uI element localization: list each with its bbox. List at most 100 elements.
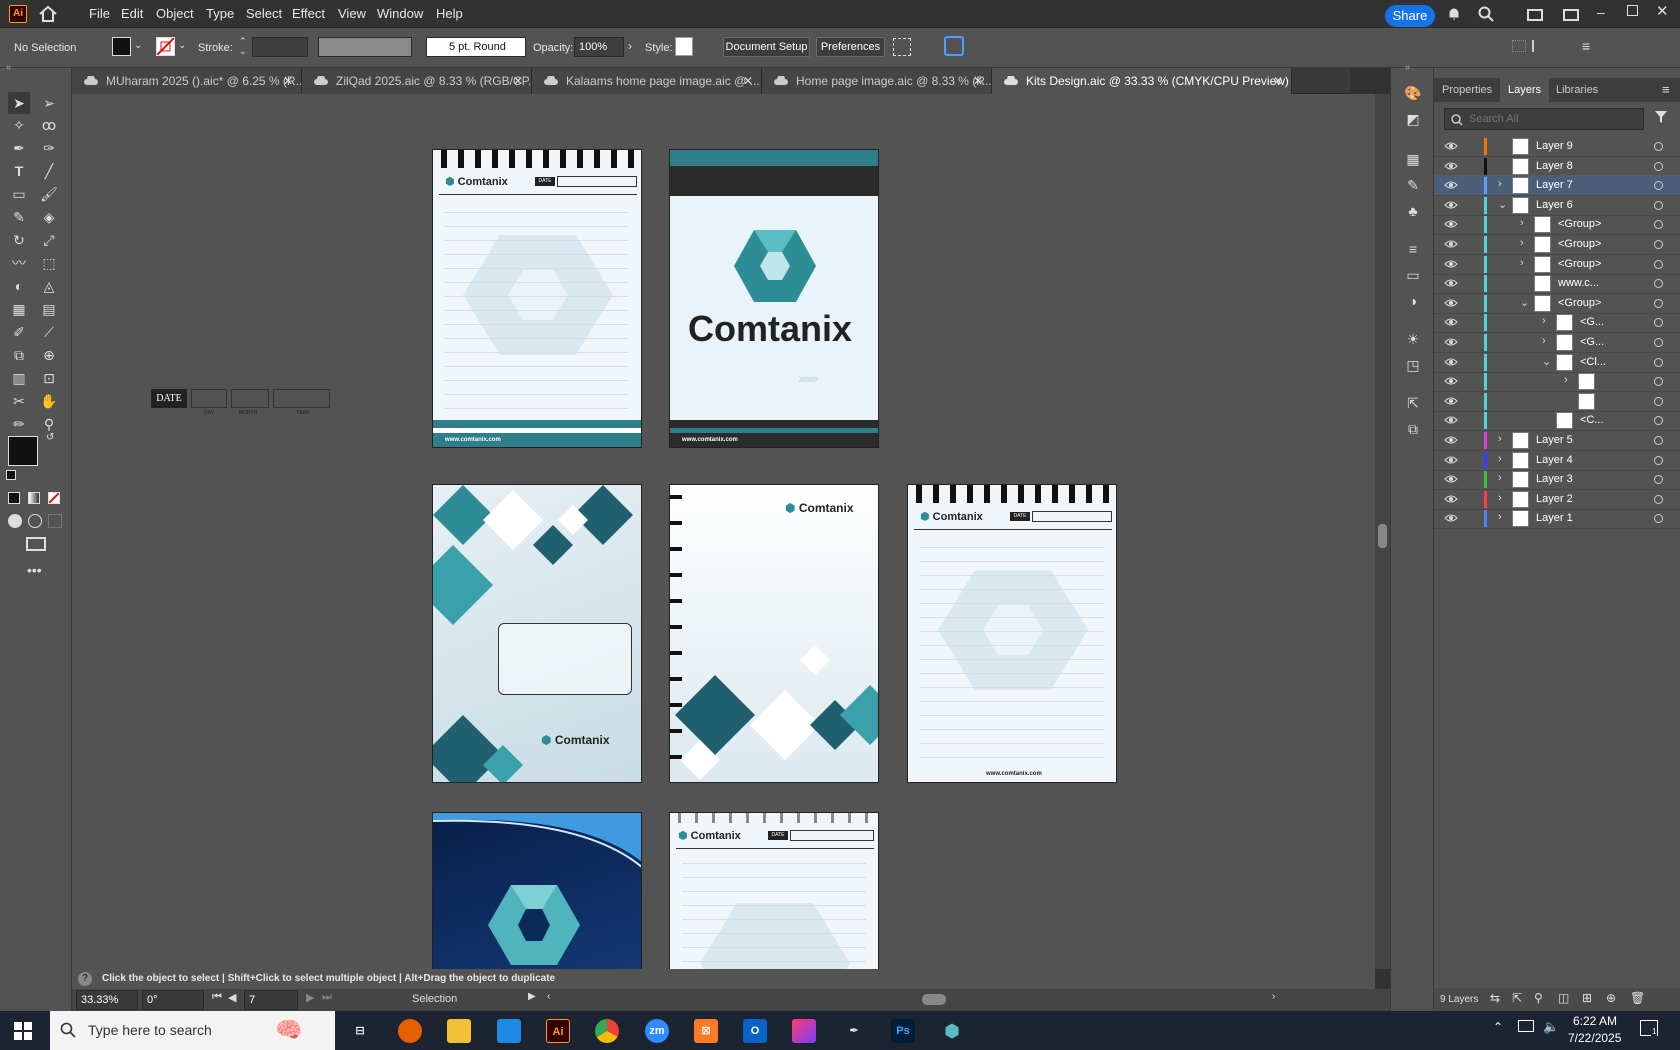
swatches-icon[interactable]: ▦ xyxy=(1402,148,1424,170)
target-circle-icon[interactable] xyxy=(1654,142,1663,151)
menu-view[interactable]: View xyxy=(338,6,366,21)
visibility-eye-icon[interactable] xyxy=(1444,494,1458,504)
opacity-arrow-icon[interactable]: › xyxy=(628,39,632,53)
close-tab-icon[interactable]: ✕ xyxy=(743,68,753,94)
layer-name[interactable]: Layer 1 xyxy=(1536,512,1573,524)
expand-chevron-icon[interactable]: › xyxy=(1542,315,1546,327)
layer-row[interactable]: ⌄ <Cl... xyxy=(1434,352,1680,373)
comtanix-app-icon[interactable]: ⬢ xyxy=(940,1019,964,1043)
visibility-eye-icon[interactable] xyxy=(1444,219,1458,229)
target-circle-icon[interactable] xyxy=(1654,416,1663,426)
rectangle-tool[interactable]: ▭ xyxy=(8,183,30,205)
shaper-tool[interactable]: ✎ xyxy=(8,206,30,228)
target-circle-icon[interactable] xyxy=(1654,494,1663,504)
target-circle-icon[interactable] xyxy=(1654,338,1663,347)
collect-export-icon[interactable]: ⇆ xyxy=(1490,991,1500,1005)
scale-tool[interactable]: ⤢ xyxy=(38,229,60,251)
visibility-eye-icon[interactable] xyxy=(1444,141,1458,151)
graphic-style-swatch[interactable] xyxy=(675,37,693,56)
target-circle-icon[interactable] xyxy=(1654,455,1663,465)
document-setup-button[interactable]: Document Setup xyxy=(723,37,810,57)
rotation-dropdown[interactable]: 0° xyxy=(142,990,204,1010)
expand-chevron-icon[interactable]: › xyxy=(1498,511,1502,523)
menu-type[interactable]: Type xyxy=(206,6,234,21)
visibility-eye-icon[interactable] xyxy=(1444,278,1458,288)
edit-toolbar-icon[interactable]: ••• xyxy=(27,562,42,578)
new-sublayer-icon[interactable]: ⊞ xyxy=(1582,991,1592,1005)
type-tool[interactable]: T xyxy=(8,160,30,182)
artboard-number-dropdown[interactable]: 7 xyxy=(244,990,298,1010)
status-menu-icon[interactable]: ▶ xyxy=(528,991,536,1002)
layer-name[interactable]: www.c... xyxy=(1558,277,1599,289)
mesh-tool[interactable]: ▦ xyxy=(8,298,30,320)
layer-row[interactable]: › <Group> xyxy=(1434,254,1680,275)
slice-tool[interactable]: ✂ xyxy=(8,390,30,412)
layer-name[interactable]: Layer 4 xyxy=(1536,454,1573,466)
visibility-eye-icon[interactable] xyxy=(1444,200,1458,210)
target-circle-icon[interactable] xyxy=(1654,298,1663,308)
visibility-eye-icon[interactable] xyxy=(1444,415,1458,425)
screen-mode-icon[interactable] xyxy=(26,537,46,551)
visibility-eye-icon[interactable] xyxy=(1444,239,1458,249)
target-circle-icon[interactable] xyxy=(1654,514,1663,524)
layer-name[interactable]: <G... xyxy=(1580,336,1604,348)
creative-cloud-icon[interactable] xyxy=(792,1019,816,1043)
maximize-button[interactable] xyxy=(1627,5,1638,16)
symbol-sprayer-tool[interactable]: ⊕ xyxy=(38,344,60,366)
target-circle-icon[interactable] xyxy=(1654,318,1663,328)
dock-collapse-icon[interactable]: » xyxy=(1405,62,1410,72)
illustrator-taskbar-icon[interactable]: Ai xyxy=(546,1019,570,1043)
file-explorer-icon[interactable] xyxy=(447,1019,471,1043)
brush-definition-dropdown[interactable]: 5 pt. Round xyxy=(426,37,526,57)
pen-app-icon[interactable]: ✒ xyxy=(842,1019,866,1043)
workspace-icon[interactable] xyxy=(1563,9,1579,21)
tab-layers[interactable]: Layers xyxy=(1500,78,1550,102)
line-segment-tool[interactable]: ╱ xyxy=(38,160,60,182)
visibility-eye-icon[interactable] xyxy=(1444,298,1458,308)
color-panel-icon[interactable]: 🎨 xyxy=(1402,82,1424,104)
target-circle-icon[interactable] xyxy=(1654,220,1663,230)
draw-behind-icon[interactable] xyxy=(28,514,42,528)
direct-selection-tool[interactable]: ➢ xyxy=(38,92,60,114)
artboard-lined-page[interactable]: ⬢ Comtanix DATE www.comtanix.com xyxy=(907,484,1117,783)
hscroll-right-icon[interactable]: › xyxy=(1272,991,1275,1002)
shape-builder-tool[interactable]: ◐ xyxy=(8,275,30,297)
stroke-stepper-icon[interactable]: ⌃ ⌄ xyxy=(239,36,247,56)
filter-icon[interactable] xyxy=(1654,110,1668,124)
swap-fill-stroke-icon[interactable]: ↺ xyxy=(46,432,54,443)
layer-row[interactable]: › Layer 3 xyxy=(1434,469,1680,491)
layer-name[interactable]: <Group> xyxy=(1558,238,1601,250)
firefox-icon[interactable] xyxy=(398,1019,422,1043)
visibility-eye-icon[interactable] xyxy=(1444,513,1458,523)
last-artboard-icon[interactable]: ⏭ xyxy=(322,991,332,1004)
target-circle-icon[interactable] xyxy=(1654,436,1663,445)
export-layer-icon[interactable]: ⇱ xyxy=(1512,991,1522,1005)
close-tab-icon[interactable]: ✕ xyxy=(973,68,983,94)
panel-options-icon[interactable]: ≡ xyxy=(1662,82,1670,97)
tab-home-page[interactable]: Home page image.aic @ 8.33 % (R... ✕ xyxy=(762,68,992,94)
draw-normal-icon[interactable] xyxy=(8,514,22,528)
vertical-scrollbar[interactable] xyxy=(1375,94,1390,969)
target-circle-icon[interactable] xyxy=(1654,240,1663,249)
expand-chevron-icon[interactable]: › xyxy=(1498,492,1502,504)
chrome-icon[interactable] xyxy=(595,1019,619,1043)
visibility-eye-icon[interactable] xyxy=(1444,259,1458,269)
visibility-eye-icon[interactable] xyxy=(1444,474,1458,484)
color-guide-icon[interactable]: ◩ xyxy=(1402,108,1424,130)
lasso-tool[interactable]: ꝏ xyxy=(38,114,60,136)
curvature-tool[interactable]: ✑ xyxy=(38,137,60,159)
visibility-eye-icon[interactable] xyxy=(1444,435,1458,445)
export-icon[interactable]: ⇱ xyxy=(1402,392,1424,414)
share-button[interactable]: Share xyxy=(1385,5,1435,27)
layer-name[interactable]: <Group> xyxy=(1558,258,1601,270)
selection-tool[interactable]: ➤ xyxy=(8,92,30,114)
rotate-tool[interactable]: ↻ xyxy=(8,229,30,251)
delete-layer-icon[interactable]: 🗑 xyxy=(1630,991,1645,1005)
artboard-navy-cover[interactable] xyxy=(432,812,642,969)
taskbar-search[interactable]: Type here to search 🧠 xyxy=(50,1011,335,1050)
stroke-swatch[interactable] xyxy=(156,37,175,56)
layer-name[interactable]: <G... xyxy=(1580,316,1604,328)
hscroll-thumb[interactable] xyxy=(922,994,946,1005)
visibility-eye-icon[interactable] xyxy=(1444,317,1458,327)
tab-kits-design[interactable]: Kits Design.aic @ 33.33 % (CMYK/CPU Prev… xyxy=(992,68,1292,94)
